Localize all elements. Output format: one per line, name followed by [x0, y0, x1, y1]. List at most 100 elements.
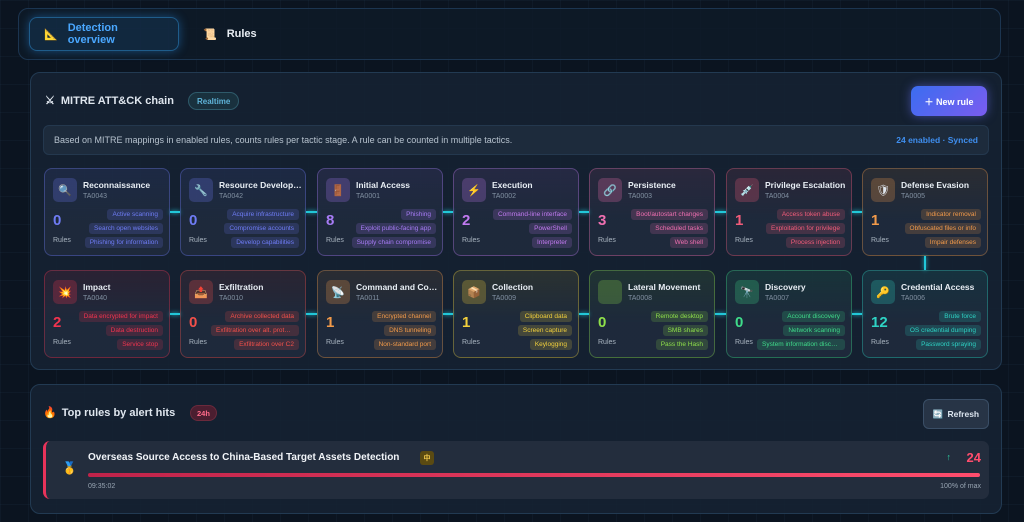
top-rule-row[interactable]: 🥇 Overseas Source Access to China-Based …	[43, 441, 989, 499]
technique-tag: Archive collected data	[225, 311, 299, 322]
technique-tags: Clipboard data Screen capture Keylogging	[517, 311, 572, 350]
technique-tag: Interpreter	[532, 237, 572, 248]
technique-tags: Account discovery Network scanning System …	[757, 311, 845, 350]
tactic-id: TA0005	[901, 193, 925, 200]
rule-name: Overseas Source Access to China-Based Ta…	[88, 452, 400, 463]
tactic-id: TA0010	[219, 295, 243, 302]
tactic-card-ta0043[interactable]: 🔍 Reconnaissance TA0043 0 Rules Active scanni…	[44, 168, 170, 256]
technique-tag: SMB shares	[662, 325, 708, 336]
tactic-rule-count: 0	[598, 314, 607, 331]
rules-label: Rules	[462, 237, 480, 244]
lightning-icon: ⚡	[462, 178, 486, 202]
technique-tag: Supply chain compromise	[351, 237, 436, 248]
tactic-card-ta0040[interactable]: 💥 Impact TA0040 2 Rules Data encrypted for im…	[44, 270, 170, 358]
technique-tag: Develop capabilities	[231, 237, 299, 248]
chain-connector	[170, 211, 180, 213]
tactic-card-ta0008[interactable]: Lateral Movement TA0008 0 Rules Remote deskt…	[589, 270, 715, 358]
rules-label: Rules	[53, 237, 71, 244]
tactic-id: TA0042	[219, 193, 243, 200]
rules-label: Rules	[735, 237, 753, 244]
tab-rules[interactable]: 📜 Rules	[189, 17, 271, 51]
tactic-rule-count: 1	[326, 314, 335, 331]
tactic-card-ta0010[interactable]: 📤 Exfiltration TA0010 0 Rules Archive collect…	[180, 270, 306, 358]
technique-tags: Phishing Exploit public-facing app Supply …	[351, 209, 436, 248]
wrench-icon: 🔧	[189, 178, 213, 202]
tab-label: Detection overview	[67, 22, 118, 46]
tactic-card-ta0003[interactable]: 🔗 Persistence TA0003 3 Rules Boot/autostart c…	[589, 168, 715, 256]
tactic-rule-count: 8	[326, 212, 335, 229]
tactic-rule-count: 0	[53, 212, 62, 229]
technique-tag: Remote desktop	[650, 311, 708, 322]
tactic-card-ta0005[interactable]: 🛡 Defense Evasion TA0005 1 Rules Indicator re…	[862, 168, 988, 256]
tactic-card-ta0004[interactable]: 💉 Privilege Escalation TA0004 1 Rules Access …	[726, 168, 852, 256]
top-rules-panel: 🔥 Top rules by alert hits 24h 🔄 Refresh …	[30, 384, 1002, 514]
technique-tag: Boot/autostart changes	[631, 209, 708, 220]
top-rules-title: 🔥 Top rules by alert hits	[43, 406, 176, 420]
technique-tag: Account discovery	[782, 311, 845, 322]
attack-chain-panel: ⚔ MITRE ATT&CK chain Realtime ＋ New rule…	[30, 72, 1002, 370]
technique-tag: Web shell	[669, 237, 708, 248]
book-icon: 📜	[203, 28, 217, 41]
rules-label: Rules	[326, 339, 344, 346]
rules-label: Rules	[871, 339, 889, 346]
tactic-id: TA0004	[765, 193, 789, 200]
tactic-id: TA0007	[765, 295, 789, 302]
severity-badge: 中	[420, 451, 434, 465]
hits-bar-fill	[88, 473, 980, 477]
tactic-name: Persistence	[628, 180, 676, 190]
chain-connector	[579, 313, 589, 315]
technique-tag: Phishing	[401, 209, 436, 220]
tactic-id: TA0006	[901, 295, 925, 302]
chain-connector	[170, 313, 180, 315]
rules-label: Rules	[598, 339, 616, 346]
tactic-name: Privilege Escalation	[765, 180, 846, 190]
technique-tag: Access token abuse	[776, 209, 845, 220]
rule-percent: 100% of max	[940, 483, 981, 490]
rules-label: Rules	[598, 237, 616, 244]
chart-icon: 📐	[44, 28, 58, 41]
technique-tag: Exploitation for privilege	[765, 223, 845, 234]
tactic-id: TA0008	[628, 295, 652, 302]
technique-tag: Data destruction	[105, 325, 163, 336]
refresh-button[interactable]: 🔄 Refresh	[923, 399, 989, 429]
tactic-card-ta0001[interactable]: 🚪 Initial Access TA0001 8 Rules Phishing Explo…	[317, 168, 443, 256]
tactic-card-ta0011[interactable]: 📡 Command and Control TA0011 1 Rules Encrypte…	[317, 270, 443, 358]
tab-detection-overview[interactable]: 📐 Detection overview	[29, 17, 179, 51]
chain-connector	[306, 211, 317, 213]
technique-tags: Active scanning Search open websites Phish…	[84, 209, 163, 248]
technique-tag: Data encrypted for impact	[78, 311, 163, 322]
technique-tag: Command-line interface	[492, 209, 572, 220]
arrows-icon	[598, 280, 622, 304]
tactic-card-ta0006[interactable]: 🔑 Credential Access TA0006 12 Rules Brute for…	[862, 270, 988, 358]
technique-tag: Encrypted channel	[372, 311, 436, 322]
tactic-name: Initial Access	[356, 180, 411, 190]
shield-icon: 🛡	[871, 178, 895, 202]
tactic-card-ta0009[interactable]: 📦 Collection TA0009 1 Rules Clipboard data Scr…	[453, 270, 579, 358]
technique-tags: Brute force OS credential dumping Password…	[904, 311, 981, 350]
link-icon: 🔗	[598, 178, 622, 202]
explosion-icon: 💥	[53, 280, 77, 304]
technique-tag: DNS tunneling	[384, 325, 436, 336]
technique-tag: Active scanning	[107, 209, 163, 220]
hit-count: 24	[966, 450, 981, 465]
new-rule-button[interactable]: ＋ New rule	[911, 86, 987, 116]
swords-icon: ⚔	[45, 95, 55, 107]
technique-tag: Network scanning	[783, 325, 845, 336]
technique-tag: Exploit public-facing app	[355, 223, 436, 234]
top-tab-bar: 📐 Detection overview 📜 Rules	[18, 8, 1001, 60]
tactic-card-ta0002[interactable]: ⚡ Execution TA0002 2 Rules Command-line inter…	[453, 168, 579, 256]
tactic-id: TA0001	[356, 193, 380, 200]
tactic-card-ta0042[interactable]: 🔧 Resource Development TA0042 0 Rules Acquire…	[180, 168, 306, 256]
chain-title: MITRE ATT&CK chain	[60, 94, 174, 107]
tactic-name: Lateral Movement	[628, 282, 701, 292]
telescope-icon: 🔭	[735, 280, 759, 304]
tactic-id: TA0043	[83, 193, 107, 200]
tactic-card-ta0007[interactable]: 🔭 Discovery TA0007 0 Rules Account discovery N…	[726, 270, 852, 358]
technique-tag: Password spraying	[916, 339, 981, 350]
tactic-name: Execution	[492, 180, 533, 190]
tactic-rule-count: 2	[53, 314, 62, 331]
package-icon: 📦	[462, 280, 486, 304]
new-rule-label: New rule	[936, 96, 974, 107]
top-rules-heading: Top rules by alert hits	[61, 406, 176, 419]
door-icon: 🚪	[326, 178, 350, 202]
